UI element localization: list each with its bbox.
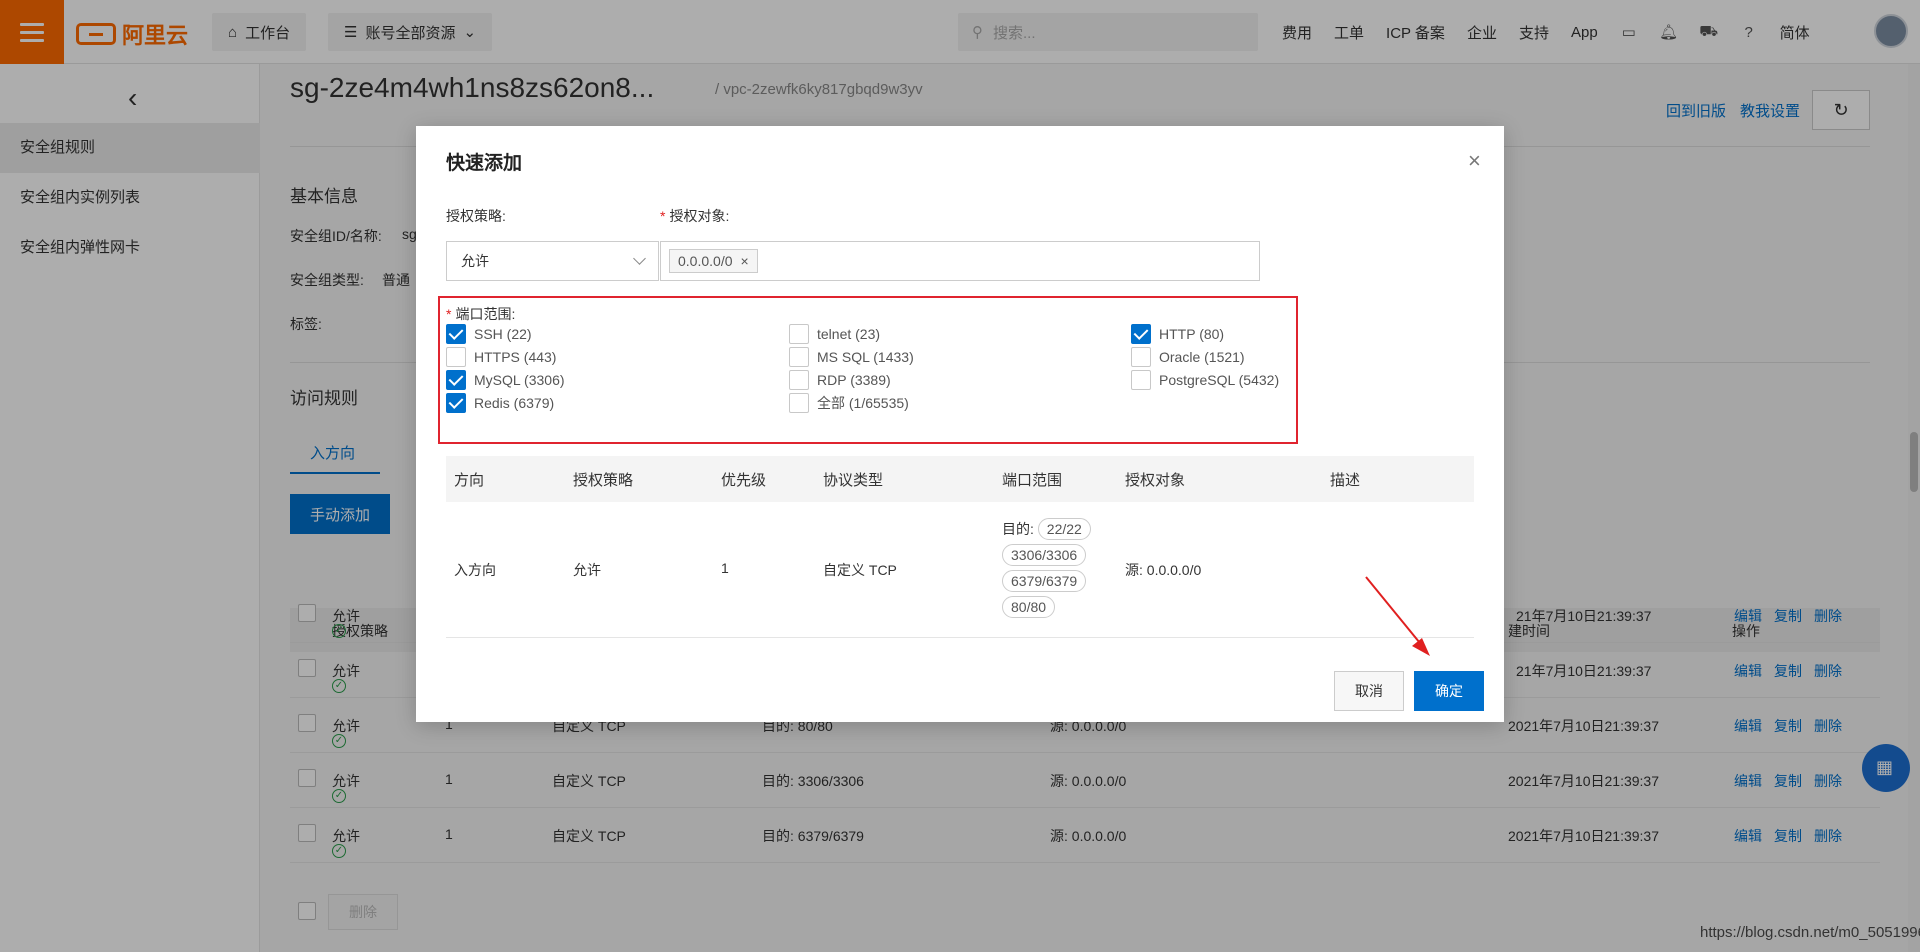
target-input[interactable]: 0.0.0.0/0 × (660, 241, 1260, 281)
port-option-label: Oracle (1521) (1159, 349, 1245, 365)
required-mark: * (446, 306, 452, 322)
port-pill: 3306/3306 (1002, 544, 1087, 566)
chevron-down-icon (633, 252, 646, 265)
port-option-label: SSH (22) (474, 326, 532, 342)
port-option-label: HTTPS (443) (474, 349, 557, 365)
checkbox[interactable] (789, 324, 809, 344)
port-option-label: PostgreSQL (5432) (1159, 372, 1280, 388)
port-checkbox-item[interactable]: SSH (22) (446, 324, 532, 344)
checkbox[interactable] (1131, 347, 1151, 367)
port-checkbox-item[interactable]: Oracle (1521) (1131, 347, 1245, 367)
target-tag: 0.0.0.0/0 × (669, 249, 758, 273)
checkbox[interactable] (446, 370, 466, 390)
col-priority: 优先级 (721, 472, 767, 489)
checkbox[interactable] (789, 393, 809, 413)
checkbox[interactable] (1131, 324, 1151, 344)
col-policy: 授权策略 (573, 472, 634, 489)
policy-select[interactable]: 允许 (446, 241, 659, 281)
col-port: 端口范围 (1002, 472, 1063, 489)
quick-add-dialog: 快速添加 × 授权策略: * 授权对象: 允许 0.0.0.0/0 × * 端口范围:… (416, 126, 1504, 722)
confirm-button[interactable]: 确定 (1414, 671, 1484, 711)
port-checkbox-item[interactable]: telnet (23) (789, 324, 880, 344)
cell-priority: 1 (721, 560, 729, 576)
port-checkbox-item[interactable]: PostgreSQL (5432) (1131, 370, 1279, 390)
policy-label: 授权策略: (446, 208, 506, 224)
checkbox[interactable] (789, 347, 809, 367)
port-label-wrap: * 端口范围: (446, 304, 515, 324)
target-tag-text: 0.0.0.0/0 (678, 253, 733, 269)
cell-protocol: 自定义 TCP (823, 562, 897, 578)
port-checkbox-item[interactable]: Redis (6379) (446, 393, 554, 413)
port-option-label: MySQL (3306) (474, 372, 565, 388)
required-mark: * (660, 208, 666, 224)
preview-table-header: 方向 授权策略 优先级 协议类型 端口范围 授权对象 描述 (446, 456, 1474, 502)
port-option-label: HTTP (80) (1159, 326, 1225, 342)
policy-value: 允许 (461, 253, 489, 269)
cell-target: 源: 0.0.0.0/0 (1125, 562, 1202, 578)
target-label: 授权对象: (669, 208, 730, 224)
preview-row: 入方向 允许 1 自定义 TCP 目的: 22/22 3306/3306 637… (446, 502, 1474, 638)
port-option-label: MS SQL (1433) (817, 349, 914, 365)
watermark: https://blog.csdn.net/m0_50519965 (1700, 924, 1920, 941)
checkbox[interactable] (446, 393, 466, 413)
port-pill: 6379/6379 (1002, 570, 1087, 592)
checkbox[interactable] (446, 324, 466, 344)
port-pill: 22/22 (1037, 518, 1091, 540)
cancel-button[interactable]: 取消 (1334, 671, 1404, 711)
checkbox[interactable] (789, 370, 809, 390)
dialog-title: 快速添加 (446, 153, 523, 174)
port-pill: 80/80 (1002, 596, 1056, 618)
port-prefix: 目的: (1002, 521, 1034, 537)
port-checkbox-item[interactable]: HTTP (80) (1131, 324, 1224, 344)
checkbox[interactable] (446, 347, 466, 367)
cell-policy: 允许 (573, 562, 601, 578)
col-protocol: 协议类型 (823, 472, 884, 489)
port-checkbox-item[interactable]: RDP (3389) (789, 370, 891, 390)
target-label-wrap: * 授权对象: (660, 206, 729, 226)
port-checkbox-item[interactable]: MySQL (3306) (446, 370, 565, 390)
port-checkbox-item[interactable]: 全部 (1/65535) (789, 393, 909, 413)
port-checkbox-item[interactable]: MS SQL (1433) (789, 347, 914, 367)
port-option-label: telnet (23) (817, 326, 881, 342)
tag-close-icon[interactable]: × (741, 253, 749, 269)
port-option-label: RDP (3389) (817, 372, 891, 388)
cell-ports: 目的: 22/22 3306/3306 6379/6379 80/80 (1002, 514, 1102, 618)
port-option-label: 全部 (1/65535) (817, 395, 909, 411)
checkbox[interactable] (1131, 370, 1151, 390)
col-desc: 描述 (1330, 472, 1361, 489)
close-icon[interactable]: × (1468, 148, 1481, 174)
cell-direction: 入方向 (454, 562, 496, 578)
port-checkbox-item[interactable]: HTTPS (443) (446, 347, 556, 367)
col-direction: 方向 (454, 472, 485, 489)
port-option-label: Redis (6379) (474, 395, 555, 411)
port-label: 端口范围: (455, 306, 516, 322)
col-target: 授权对象 (1125, 472, 1186, 489)
